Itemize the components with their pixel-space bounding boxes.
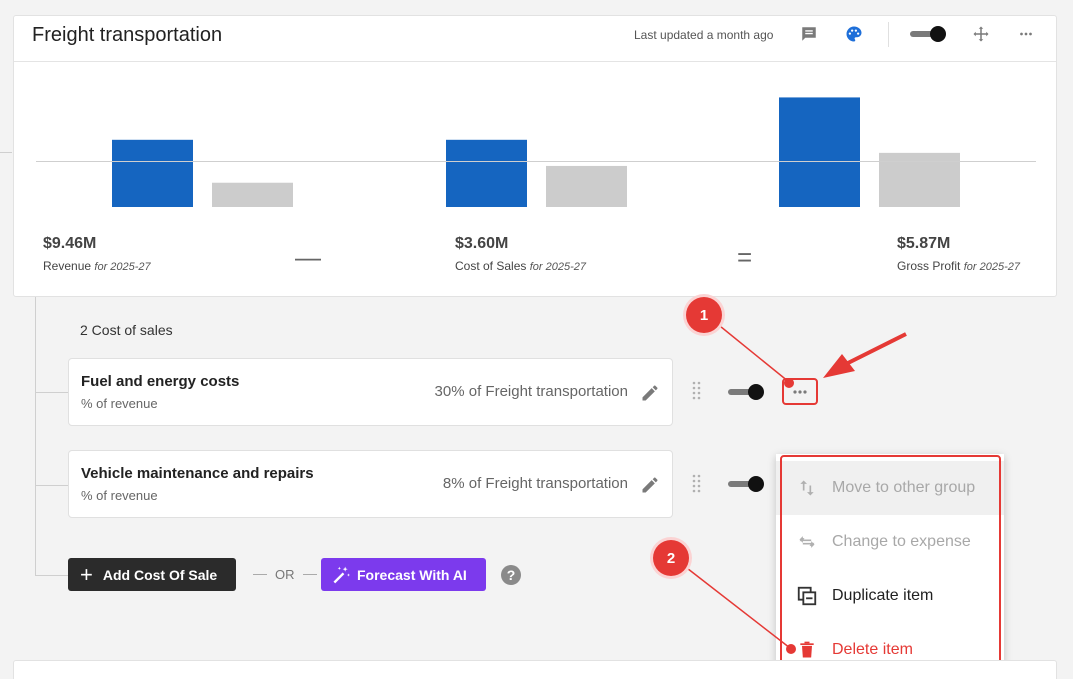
metric-label-text: Gross Profit [897,259,961,273]
step-badge-2: 2 [653,540,689,576]
bar-revenue-series-1 [112,139,193,207]
menu-item-duplicate[interactable]: Duplicate item [776,569,1004,623]
tree-branch [35,392,68,393]
metric-period: for 2025-27 [94,261,151,273]
metric-label: Cost of Sales for 2025-27 [455,259,586,273]
swap-vertical-icon [796,477,818,499]
row-percentage: 30% of Freight transportation [434,383,628,400]
menu-item-label: Change to expense [832,533,971,550]
row-toggle[interactable] [728,476,764,492]
ai-button-label: Forecast With AI [357,566,467,583]
menu-item-label: Duplicate item [832,587,934,604]
card-header: Freight transportation Last updated a mo… [14,16,1056,62]
help-icon[interactable]: ? [501,565,521,585]
bar-chart [112,97,960,207]
metric-label: Revenue for 2025-27 [43,259,151,273]
last-updated-text: Last updated a month ago [634,28,774,42]
annotation-dot [784,378,794,388]
add-button-label: Add Cost Of Sale [102,566,218,583]
metric-period: for 2025-27 [529,261,586,273]
metric-value: $5.87M [897,235,951,252]
metric-cost-of-sales: $3.60M Cost of Sales for 2025-27 [455,235,586,273]
dash [302,574,317,575]
duplicate-icon [796,585,818,607]
palette-icon[interactable] [844,24,864,44]
drag-handle-icon[interactable] [692,381,702,403]
trash-icon [796,639,818,661]
tree-branch [35,485,68,486]
add-cost-of-sale-button[interactable]: + Add Cost Of Sale [68,558,236,591]
card-toggle[interactable] [910,26,946,42]
menu-item-label: Move to other group [832,479,976,496]
next-card [13,660,1057,679]
toggle-knob [748,476,764,492]
pencil-icon[interactable] [640,383,660,403]
comment-icon[interactable] [799,24,819,44]
card-title: Freight transportation [32,24,223,46]
metric-period: for 2025-27 [963,261,1020,273]
menu-item-label: Delete item [832,641,913,658]
metric-label-text: Revenue [43,259,92,273]
or-text: OR [275,567,295,582]
plus-icon: + [80,561,93,587]
or-separator: OR [245,567,325,582]
tree-branch [35,575,68,576]
row-toggle[interactable] [728,384,764,400]
annotation-dot [786,644,796,654]
metric-label-text: Cost of Sales [455,259,527,273]
row-subtitle: % of revenue [81,396,158,411]
step-badge-1: 1 [686,297,722,333]
menu-item-change-to-expense[interactable]: Change to expense [776,515,1004,569]
cost-row[interactable]: Vehicle maintenance and repairs % of rev… [68,450,673,518]
dash [253,574,267,575]
pencil-icon[interactable] [640,475,660,495]
header-divider [888,22,889,47]
tree-connector [35,297,36,576]
cost-row[interactable]: Fuel and energy costs % of revenue 30% o… [68,358,673,426]
toggle-knob [748,384,764,400]
metric-gross-profit: $5.87M Gross Profit for 2025-27 [897,235,1020,273]
metric-value: $9.46M [43,235,97,252]
metric-value: $3.60M [455,235,509,252]
group-title: 2 Cost of sales [80,322,173,338]
row-name: Vehicle maintenance and repairs [81,465,314,482]
bar-cost-of-sales-series-1 [446,139,527,207]
minus-operator: — [295,242,321,272]
chart-baseline [36,161,1036,162]
more-icon[interactable] [1016,24,1036,44]
swap-horizontal-icon [796,531,818,553]
forecast-with-ai-button[interactable]: Forecast With AI [321,558,486,591]
row-name: Fuel and energy costs [81,373,240,390]
move-icon[interactable] [971,24,991,44]
context-menu: Move to other group Change to expense Du… [776,454,1004,679]
more-icon [793,389,807,394]
bar-gross-profit-series-1 [779,97,860,207]
bar-cost-of-sales-series-2 [546,165,627,207]
row-percentage: 8% of Freight transportation [442,475,628,492]
equals-operator: = [737,242,753,272]
menu-item-move-to-other-group[interactable]: Move to other group [776,461,1004,515]
bar-revenue-series-2 [212,182,293,207]
drag-handle-icon[interactable] [692,474,702,496]
toggle-knob [930,26,946,42]
metric-label: Gross Profit for 2025-27 [897,259,1020,273]
metric-revenue: $9.46M Revenue for 2025-27 [43,235,151,273]
freight-card: Freight transportation Last updated a mo… [13,15,1057,297]
tree-connector-left [0,152,12,153]
magic-wand-icon [333,566,351,583]
row-subtitle: % of revenue [81,488,158,503]
